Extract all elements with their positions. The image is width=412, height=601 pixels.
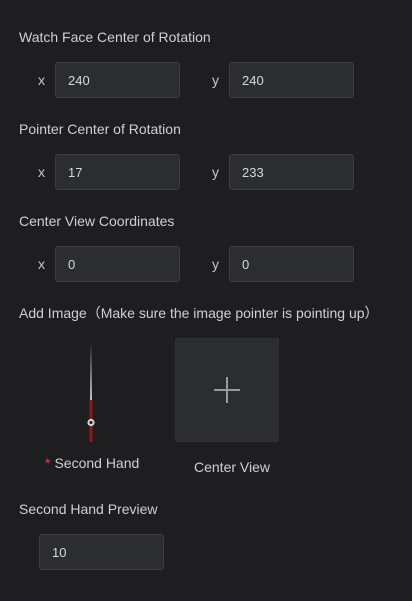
pointer-y-label: y xyxy=(212,164,219,180)
center-view-y-label: y xyxy=(212,256,219,272)
pointer-center-label: Pointer Center of Rotation xyxy=(19,121,181,137)
pointer-x-input[interactable] xyxy=(55,154,180,190)
second-hand-preview-input[interactable] xyxy=(39,534,164,570)
watch-face-x-label: x xyxy=(38,72,45,88)
center-view-x-label: x xyxy=(38,256,45,272)
center-view-coords-label: Center View Coordinates xyxy=(19,213,175,229)
pointer-x-label: x xyxy=(38,164,45,180)
center-view-caption: Center View xyxy=(194,459,271,475)
add-image-label: Add Image（Make sure the image pointer is… xyxy=(19,305,379,321)
center-view-x-input[interactable] xyxy=(55,246,180,282)
center-view-y-input[interactable] xyxy=(229,246,354,282)
second-hand-preview-label: Second Hand Preview xyxy=(19,501,158,517)
required-mark: * xyxy=(45,455,51,471)
center-view-upload-button[interactable] xyxy=(175,338,279,442)
watch-face-center-label: Watch Face Center of Rotation xyxy=(19,29,211,45)
second-hand-caption: * Second Hand xyxy=(45,455,139,471)
plus-icon xyxy=(214,377,240,403)
watch-face-y-input[interactable] xyxy=(229,62,354,98)
watch-face-x-input[interactable] xyxy=(55,62,180,98)
second-hand-image[interactable] xyxy=(40,338,144,444)
second-hand-needle-icon xyxy=(87,342,95,444)
pointer-settings-panel: Watch Face Center of Rotation x y Pointe… xyxy=(0,0,412,601)
pointer-y-input[interactable] xyxy=(229,154,354,190)
second-hand-caption-text: Second Hand xyxy=(54,455,140,471)
watch-face-y-label: y xyxy=(212,72,219,88)
